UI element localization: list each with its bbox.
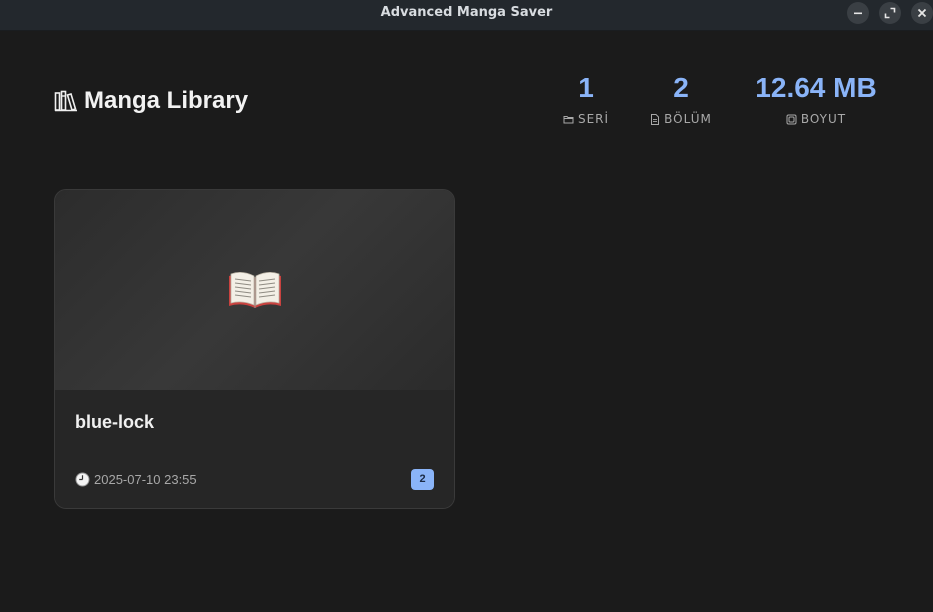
window-title: Advanced Manga Saver (380, 5, 553, 20)
clock-icon (75, 472, 90, 487)
maximize-icon (884, 7, 896, 19)
minimize-icon (854, 12, 862, 15)
manga-cover[interactable] (55, 190, 454, 390)
maximize-button[interactable] (879, 2, 901, 24)
stat-series: 1 SERİ (556, 70, 616, 126)
open-book-icon (228, 272, 281, 308)
manga-card[interactable]: blue-lock 2025-07-10 23:55 2 (54, 189, 455, 509)
stat-size: 12.64 MB BOYUT (748, 70, 884, 126)
chapter-count-badge: 2 (411, 469, 434, 490)
stat-size-value: 12.64 MB (755, 72, 877, 103)
stat-series-label: SERİ (577, 112, 610, 126)
stat-size-label: BOYUT (800, 112, 847, 126)
stat-chapters-value: 2 (673, 72, 689, 103)
stat-series-value: 1 (578, 72, 594, 103)
manga-title: blue-lock (75, 412, 155, 432)
manga-date: 2025-07-10 23:55 (75, 472, 197, 487)
close-icon (917, 8, 927, 18)
disk-icon (786, 114, 797, 124)
window-titlebar[interactable]: Advanced Manga Saver (0, 0, 933, 31)
minimize-button[interactable] (847, 2, 869, 24)
manga-date-text: 2025-07-10 23:55 (94, 472, 197, 487)
folder-icon (563, 116, 574, 124)
document-icon (651, 113, 660, 125)
stats-panel: 1 SERİ 2 BÖLÜM 12.64 MB BOYUT (0, 70, 933, 140)
stat-chapters: 2 BÖLÜM (646, 70, 716, 126)
stat-chapters-label: BÖLÜM (664, 112, 712, 126)
manga-card-body: blue-lock 2025-07-10 23:55 2 (55, 390, 454, 508)
close-button[interactable] (911, 2, 933, 24)
